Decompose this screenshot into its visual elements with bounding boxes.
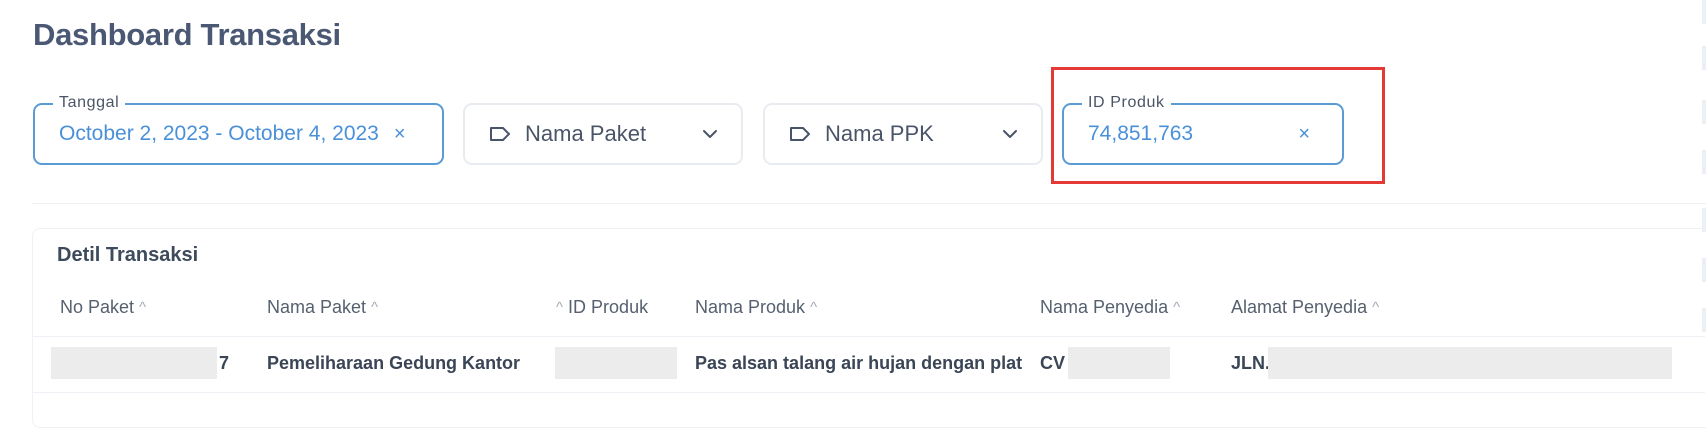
cell-nama-penyedia: CV	[1040, 353, 1066, 373]
tanggal-filter-label: Tanggal	[53, 93, 126, 113]
redacted-block	[1268, 347, 1672, 379]
column-header-label: Alamat Penyedia	[1231, 297, 1368, 317]
column-header-nama-paket[interactable]: Nama Paket ^	[267, 297, 378, 318]
chevron-down-icon	[1001, 125, 1019, 143]
column-header-nama-penyedia[interactable]: Nama Penyedia ^	[1040, 297, 1180, 318]
column-header-no-paket[interactable]: No Paket ^	[60, 297, 146, 318]
scrollbar-track[interactable]	[1702, 0, 1706, 24]
column-header-label: No Paket	[60, 297, 135, 317]
column-header-id-produk[interactable]: ^ ID Produk	[556, 297, 648, 318]
scrollbar-track[interactable]	[1702, 258, 1706, 282]
nama-paket-select[interactable]: Nama Paket	[463, 103, 743, 165]
sort-caret-icon: ^	[556, 299, 564, 316]
column-header-label: Nama Penyedia	[1040, 297, 1169, 317]
nama-ppk-placeholder: Nama PPK	[825, 121, 934, 146]
redacted-block	[1068, 347, 1170, 379]
cell-alamat-penyedia: JLN.	[1231, 353, 1271, 373]
nama-paket-placeholder: Nama Paket	[525, 121, 647, 146]
cell-no-paket: 7	[219, 353, 230, 373]
divider	[32, 203, 1706, 204]
scrollbar-track[interactable]	[1702, 150, 1706, 174]
tag-icon	[489, 126, 511, 142]
detail-card-title: Detil Transaksi	[57, 244, 199, 266]
sort-caret-icon: ^	[810, 299, 818, 316]
tanggal-filter-value: October 2, 2023 - October 4, 2023	[59, 122, 379, 145]
detail-card	[32, 228, 1706, 428]
row-separator	[33, 392, 1705, 393]
chevron-down-icon	[701, 125, 719, 143]
sort-caret-icon: ^	[371, 299, 379, 316]
scrollbar-track[interactable]	[1702, 308, 1706, 332]
scrollbar-track[interactable]	[1702, 46, 1706, 70]
cell-nama-paket: Pemeliharaan Gedung Kantor	[267, 353, 521, 373]
cell-nama-produk: Pas alsan talang air hujan dengan plat	[695, 353, 1023, 373]
column-header-label: ID Produk	[568, 297, 649, 317]
column-header-alamat-penyedia[interactable]: Alamat Penyedia ^	[1231, 297, 1379, 318]
tanggal-filter[interactable]: Tanggal October 2, 2023 - October 4, 202…	[33, 93, 444, 165]
highlight-box	[1051, 67, 1385, 184]
nama-ppk-select[interactable]: Nama PPK	[763, 103, 1043, 165]
column-header-label: Nama Produk	[695, 297, 806, 317]
column-header-nama-produk[interactable]: Nama Produk ^	[695, 297, 817, 318]
scrollbar-track[interactable]	[1702, 208, 1706, 232]
page-title: Dashboard Transaksi	[33, 17, 341, 52]
column-header-label: Nama Paket	[267, 297, 367, 317]
scrollbar-track[interactable]	[1702, 100, 1706, 124]
header-separator	[33, 336, 1705, 337]
sort-caret-icon: ^	[1372, 299, 1380, 316]
sort-caret-icon: ^	[1173, 299, 1181, 316]
tanggal-clear-icon[interactable]: ×	[394, 123, 406, 146]
redacted-block	[555, 347, 677, 379]
redacted-block	[51, 347, 217, 379]
sort-caret-icon: ^	[139, 299, 147, 316]
tag-icon	[789, 126, 811, 142]
